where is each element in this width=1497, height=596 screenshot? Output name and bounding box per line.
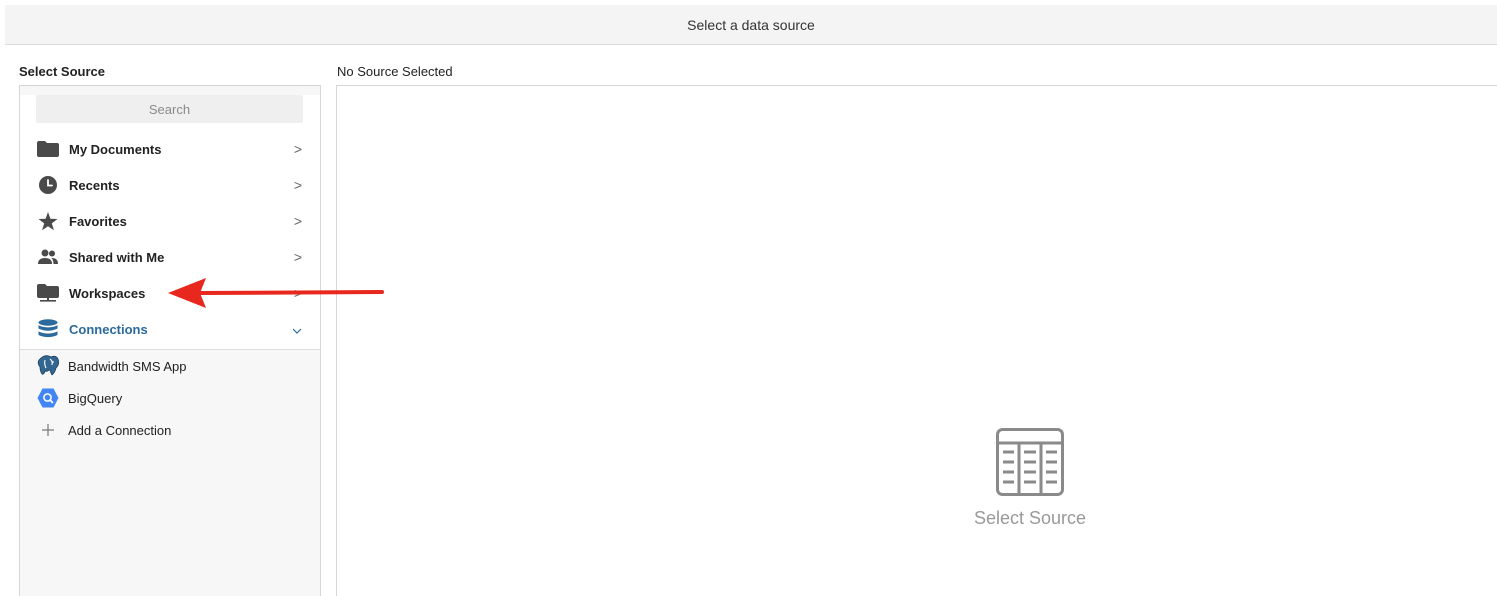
users-icon — [37, 248, 59, 266]
connections-list: Bandwidth SMS App BigQuery Add a Connect… — [20, 350, 320, 446]
sidebar-item-label: Favorites — [69, 213, 127, 229]
chevron-right-icon: > — [293, 141, 302, 157]
dialog-title: Select a data source — [687, 16, 815, 33]
connection-label: Bandwidth SMS App — [68, 358, 187, 374]
chevron-right-icon: > — [293, 249, 302, 265]
sidebar-item-label: Workspaces — [69, 285, 146, 301]
sidebar-item-label: My Documents — [69, 141, 162, 157]
sidebar-item-label: Recents — [69, 177, 120, 193]
empty-state-label: Select Source — [973, 508, 1087, 528]
workspace-icon — [37, 284, 59, 302]
chevron-right-icon: > — [293, 213, 302, 229]
sidebar-item-favorites[interactable]: Favorites > — [20, 203, 320, 239]
connection-bandwidth-sms-app[interactable]: Bandwidth SMS App — [20, 350, 320, 382]
select-source-heading: Select Source — [19, 64, 105, 79]
database-icon — [37, 319, 59, 338]
connection-label: Add a Connection — [68, 422, 172, 438]
chevron-down-icon — [292, 321, 302, 337]
sidebar-item-label: Connections — [69, 321, 148, 337]
add-connection-button[interactable]: Add a Connection — [20, 414, 320, 446]
no-source-heading: No Source Selected — [337, 64, 453, 79]
dialog-header: Select a data source — [5, 5, 1497, 45]
sidebar-item-my-documents[interactable]: My Documents > — [20, 131, 320, 167]
sidebar-item-recents[interactable]: Recents > — [20, 167, 320, 203]
clock-icon — [37, 176, 59, 194]
source-sidebar: Search My Documents > Recents > Favorite… — [19, 85, 321, 596]
sidebar-item-shared-with-me[interactable]: Shared with Me > — [20, 239, 320, 275]
sidebar-item-label: Shared with Me — [69, 249, 165, 265]
sidebar-nav: Search My Documents > Recents > Favorite… — [20, 95, 320, 350]
source-preview-panel: Select Source — [336, 85, 1497, 596]
plus-icon — [36, 419, 60, 441]
postgres-elephant-icon — [36, 355, 60, 377]
sidebar-item-connections[interactable]: Connections — [20, 311, 320, 347]
bigquery-icon — [36, 387, 60, 409]
folder-icon — [37, 140, 59, 158]
chevron-right-icon: > — [293, 285, 302, 301]
chevron-right-icon: > — [293, 177, 302, 193]
table-icon — [996, 428, 1064, 501]
sidebar-item-workspaces[interactable]: Workspaces > — [20, 275, 320, 311]
empty-state: Select Source — [337, 428, 1497, 538]
connection-bigquery[interactable]: BigQuery — [20, 382, 320, 414]
search-placeholder: Search — [148, 101, 191, 117]
star-icon — [37, 211, 59, 230]
connection-label: BigQuery — [68, 390, 123, 406]
search-input[interactable]: Search — [36, 95, 303, 123]
